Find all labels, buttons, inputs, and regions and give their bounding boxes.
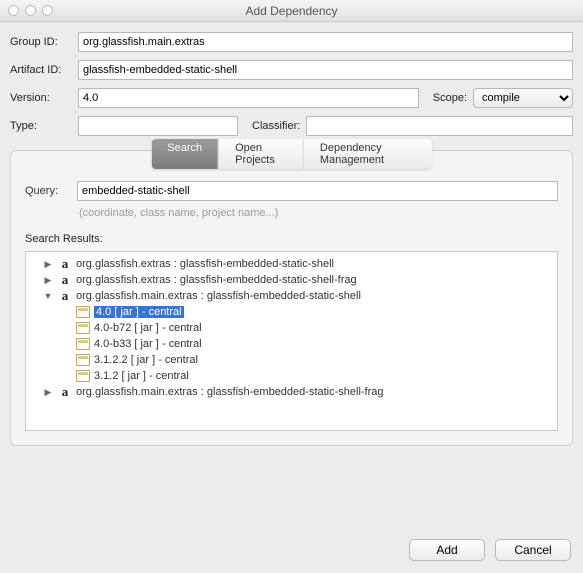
cancel-button[interactable]: Cancel <box>495 539 571 561</box>
close-window-icon[interactable] <box>8 5 19 16</box>
jar-icon <box>76 338 90 350</box>
query-hint: (coordinate, class name, project name...… <box>79 207 558 219</box>
disclosure-collapsed-icon[interactable]: ▶ <box>42 386 54 398</box>
tree-artifact-row[interactable]: ▶ a org.glassfish.extras : glassfish-embed… <box>28 256 555 272</box>
tree-artifact-row[interactable]: ▶ a org.glassfish.extras : glassfish-embed… <box>28 272 555 288</box>
artifact-icon: a <box>58 385 72 399</box>
version-label: Version: <box>10 92 72 104</box>
search-results-label: Search Results: <box>25 233 558 245</box>
minimize-window-icon[interactable] <box>25 5 36 16</box>
jar-icon <box>76 370 90 382</box>
tab-dependency-management[interactable]: Dependency Management <box>304 139 432 169</box>
search-panel: Search Open Projects Dependency Manageme… <box>10 150 573 446</box>
type-label: Type: <box>10 120 72 132</box>
classifier-input[interactable] <box>306 116 573 136</box>
type-input[interactable] <box>78 116 238 136</box>
query-input[interactable] <box>77 181 558 201</box>
jar-icon <box>76 322 90 334</box>
tree-row-label: 3.1.2.2 [ jar ] - central <box>94 354 198 366</box>
tree-row-label: org.glassfish.main.extras : glassfish-em… <box>76 290 361 302</box>
scope-select[interactable]: compile <box>473 88 573 108</box>
jar-icon <box>76 306 90 318</box>
tree-version-row[interactable]: 3.1.2.2 [ jar ] - central <box>28 352 555 368</box>
tree-row-label: org.glassfish.main.extras : glassfish-em… <box>76 386 384 398</box>
tree-row-label: 4.0-b72 [ jar ] - central <box>94 322 202 334</box>
tree-artifact-row[interactable]: ▶ a org.glassfish.main.extras : glassfish-… <box>28 384 555 400</box>
search-results-tree[interactable]: ▶ a org.glassfish.extras : glassfish-embed… <box>25 251 558 431</box>
tree-row-label: org.glassfish.extras : glassfish-embedde… <box>76 258 334 270</box>
title-bar: Add Dependency <box>0 0 583 22</box>
artifact-icon: a <box>58 257 72 271</box>
tree-row-label: 4.0-b33 [ jar ] - central <box>94 338 202 350</box>
add-button[interactable]: Add <box>409 539 485 561</box>
artifact-icon: a <box>58 289 72 303</box>
scope-label: Scope: <box>433 92 467 104</box>
tree-version-row[interactable]: 4.0-b72 [ jar ] - central <box>28 320 555 336</box>
group-id-label: Group ID: <box>10 36 72 48</box>
tree-row-label: 3.1.2 [ jar ] - central <box>94 370 189 382</box>
tree-version-row[interactable]: 4.0-b33 [ jar ] - central <box>28 336 555 352</box>
tree-version-row[interactable]: 4.0 [ jar ] - central <box>28 304 555 320</box>
tree-version-row[interactable]: 3.1.2 [ jar ] - central <box>28 368 555 384</box>
tab-search[interactable]: Search <box>151 139 219 169</box>
disclosure-collapsed-icon[interactable]: ▶ <box>42 258 54 270</box>
group-id-input[interactable] <box>78 32 573 52</box>
artifact-id-label: Artifact ID: <box>10 64 72 76</box>
query-label: Query: <box>25 185 69 197</box>
disclosure-collapsed-icon[interactable]: ▶ <box>42 274 54 286</box>
jar-icon <box>76 354 90 366</box>
artifact-id-input[interactable] <box>78 60 573 80</box>
disclosure-expanded-icon[interactable]: ▼ <box>42 290 54 302</box>
classifier-label: Classifier: <box>252 120 300 132</box>
tab-open-projects[interactable]: Open Projects <box>219 139 304 169</box>
window-title: Add Dependency <box>0 4 583 18</box>
tree-row-label: org.glassfish.extras : glassfish-embedde… <box>76 274 357 286</box>
artifact-icon: a <box>58 273 72 287</box>
tree-row-label: 4.0 [ jar ] - central <box>94 306 184 318</box>
zoom-window-icon[interactable] <box>42 5 53 16</box>
tree-artifact-row[interactable]: ▼ a org.glassfish.main.extras : glassfish-… <box>28 288 555 304</box>
version-input[interactable] <box>78 88 419 108</box>
